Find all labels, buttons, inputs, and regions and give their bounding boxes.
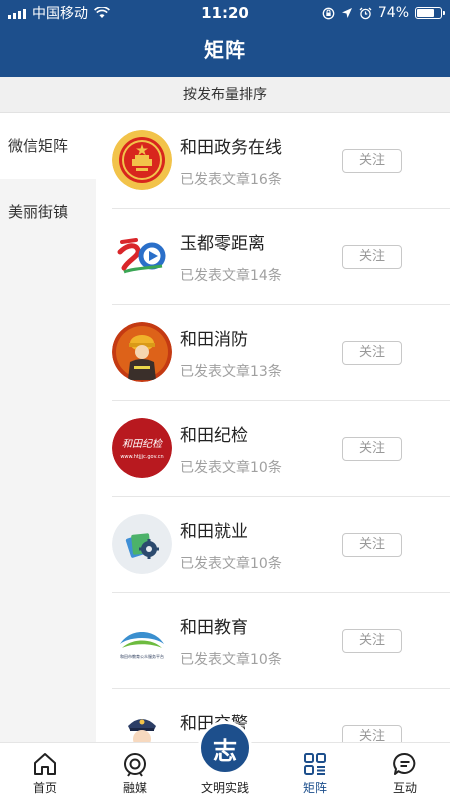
follow-button[interactable]: 关注 xyxy=(342,533,402,557)
status-time: 11:20 xyxy=(201,4,249,22)
tab-interaction[interactable]: 互动 xyxy=(360,743,450,800)
tab-label: 互动 xyxy=(392,781,417,795)
article-count: 已发表文章10条 xyxy=(180,556,282,572)
account-name: 玉都零距离 xyxy=(180,234,265,254)
avatar-jijian-logo: 和田纪检 www.htjjjc.gov.cn xyxy=(112,418,172,478)
chat-bubble-icon xyxy=(393,752,416,775)
jijian-logo-icon: 和田纪检 www.htjjjc.gov.cn xyxy=(112,418,172,478)
tab-label: 矩阵 xyxy=(302,781,327,795)
header-bar: 中国移动 11:20 74% 矩阵 xyxy=(0,0,450,77)
list-item[interactable]: 玉都零距离 已发表文章14条 关注 xyxy=(112,209,450,305)
article-count: 已发表文章10条 xyxy=(180,652,282,668)
avatar-national-emblem xyxy=(112,130,172,190)
national-emblem-icon xyxy=(112,130,172,190)
account-name: 和田纪检 xyxy=(180,426,248,446)
sidebar: 微信矩阵 美丽街镇 xyxy=(0,113,96,800)
page-title: 矩阵 xyxy=(204,38,246,62)
tab-civilization-practice[interactable]: 志 文明实践 xyxy=(180,721,270,800)
tab-label: 融媒 xyxy=(122,781,147,795)
jijian-logo-url: www.htjjjc.gov.cn xyxy=(120,454,163,460)
account-name: 和田教育 xyxy=(180,618,248,638)
bottom-tab-bar: 首页 融媒 志 文明实践 矩阵 互动 xyxy=(0,721,450,800)
camera-lens-icon xyxy=(124,753,146,777)
firefighter-icon xyxy=(112,322,172,382)
avatar-employment-logo xyxy=(112,514,172,574)
sort-by-publish-count[interactable]: 按发布量排序 xyxy=(0,77,450,113)
tab-matrix[interactable]: 矩阵 xyxy=(270,743,360,800)
list-item[interactable]: 和田就业 已发表文章10条 关注 xyxy=(112,497,450,593)
account-list: 和田政务在线 已发表文章16条 关注 玉都零距离 已发表文章14条 关注 和田消… xyxy=(96,113,450,800)
yudu-logo-icon xyxy=(112,226,172,286)
account-name: 和田消防 xyxy=(180,330,248,350)
sidebar-item-beautiful-towns[interactable]: 美丽街镇 xyxy=(0,179,96,245)
list-item[interactable]: 和田消防 已发表文章13条 关注 xyxy=(112,305,450,401)
jijian-logo-text: 和田纪检 xyxy=(122,438,163,450)
tab-home[interactable]: 首页 xyxy=(0,743,90,800)
volunteer-badge-icon: 志 xyxy=(198,721,252,775)
account-name: 和田政务在线 xyxy=(180,138,282,158)
education-logo-icon: 和田市教育公众服务平台 xyxy=(112,610,172,670)
home-icon xyxy=(34,753,56,775)
avatar-yudu-logo xyxy=(112,226,172,286)
account-name: 和田就业 xyxy=(180,522,248,542)
grid-icon xyxy=(304,753,326,775)
article-count: 已发表文章14条 xyxy=(180,268,282,284)
follow-button[interactable]: 关注 xyxy=(342,629,402,653)
education-logo-caption: 和田市教育公众服务平台 xyxy=(120,653,164,659)
battery-fill xyxy=(417,9,435,17)
follow-button[interactable]: 关注 xyxy=(342,437,402,461)
follow-button[interactable]: 关注 xyxy=(342,149,402,173)
article-count: 已发表文章10条 xyxy=(180,460,282,476)
employment-logo-icon xyxy=(112,514,172,574)
avatar-firefighter xyxy=(112,322,172,382)
tab-media[interactable]: 融媒 xyxy=(90,743,180,800)
list-item[interactable]: 和田市教育公众服务平台 和田教育 已发表文章10条 关注 xyxy=(112,593,450,689)
follow-button[interactable]: 关注 xyxy=(342,245,402,269)
list-item[interactable]: 和田纪检 www.htjjjc.gov.cn 和田纪检 已发表文章10条 关注 xyxy=(112,401,450,497)
sidebar-item-wechat-matrix[interactable]: 微信矩阵 xyxy=(0,113,96,179)
article-count: 已发表文章16条 xyxy=(180,172,282,188)
avatar-education-logo: 和田市教育公众服务平台 xyxy=(112,610,172,670)
article-count: 已发表文章13条 xyxy=(180,364,282,380)
follow-button[interactable]: 关注 xyxy=(342,341,402,365)
battery-icon xyxy=(415,7,445,19)
status-bar: 中国移动 11:20 74% xyxy=(0,0,450,26)
tab-label: 文明实践 xyxy=(200,781,249,795)
list-item[interactable]: 和田政务在线 已发表文章16条 关注 xyxy=(112,113,450,209)
tab-label: 首页 xyxy=(32,781,57,795)
